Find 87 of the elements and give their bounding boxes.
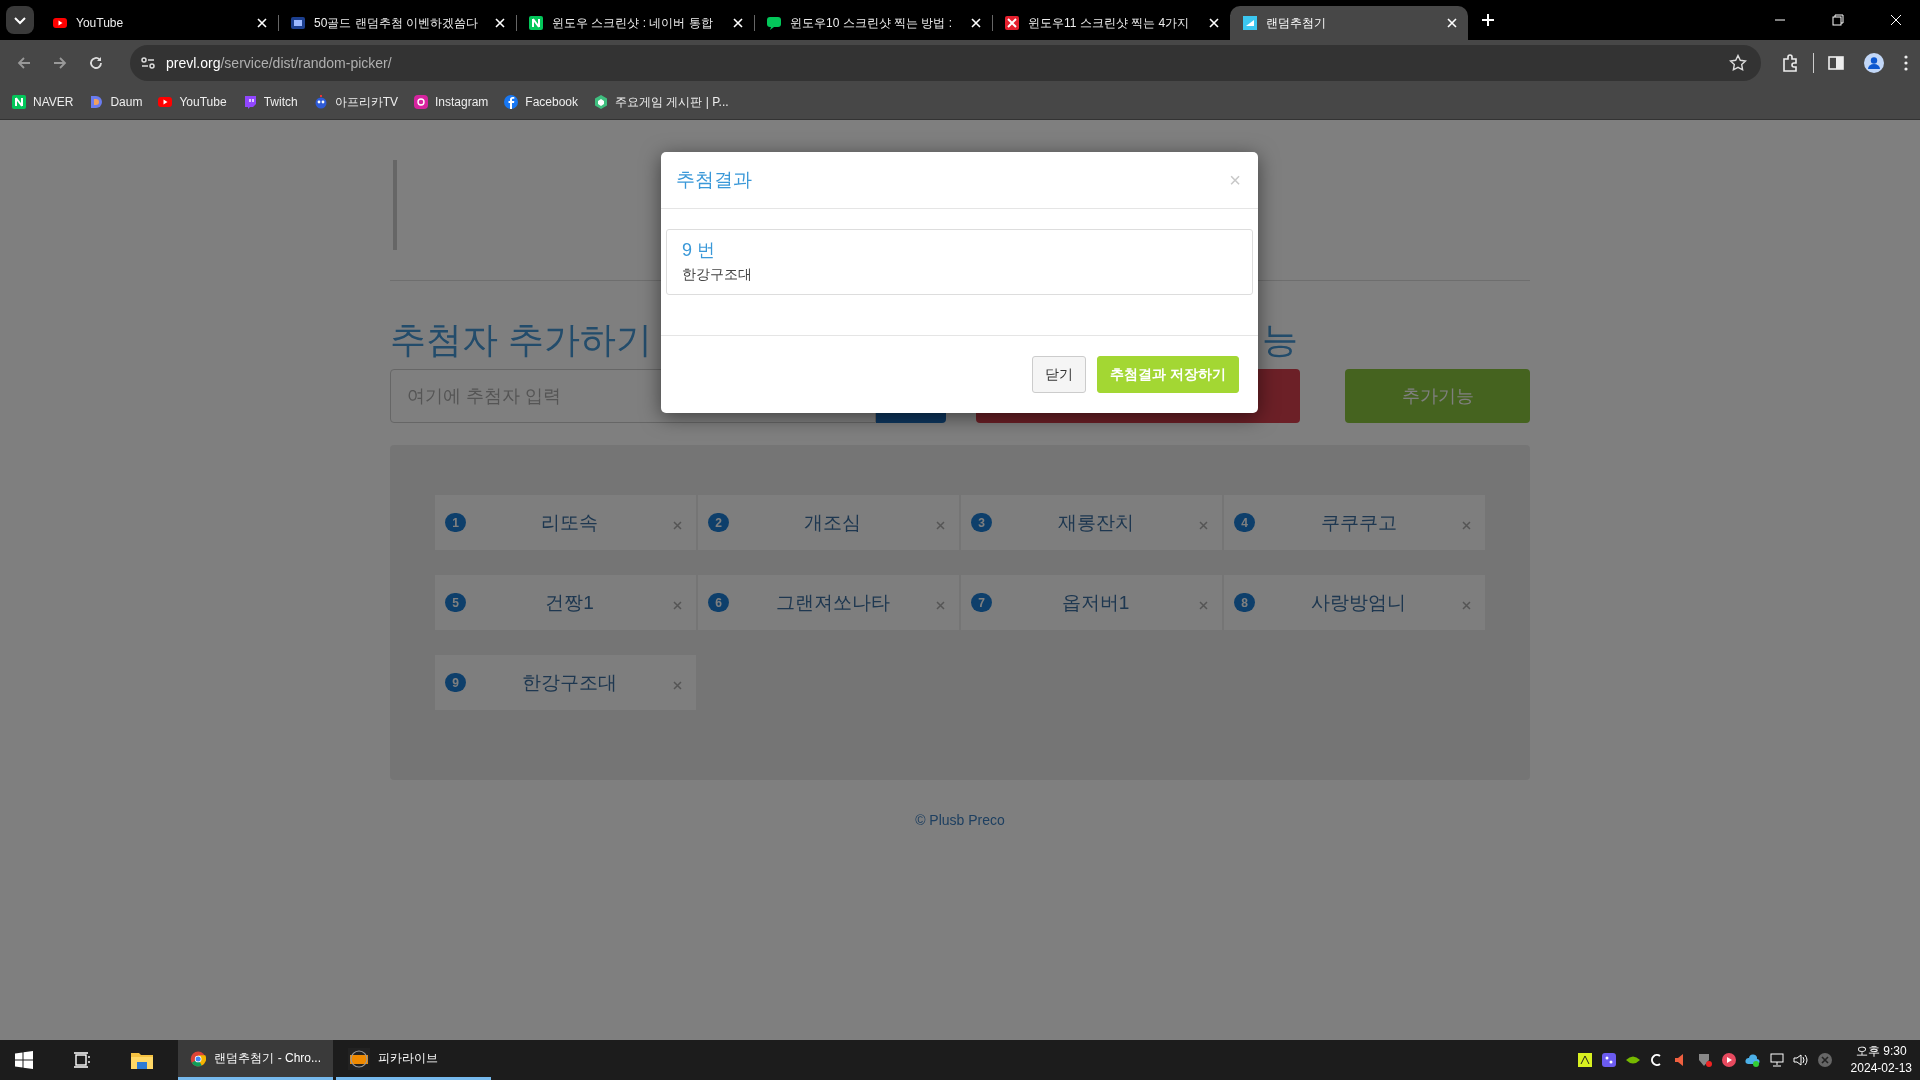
result-number: 9 번 xyxy=(682,239,716,262)
number-badge: 4 xyxy=(1234,513,1255,532)
section-heading: 추첨자 추가하기 xyxy=(390,317,652,361)
number-badge: 3 xyxy=(971,513,992,532)
entry-name: 건짱1 xyxy=(544,590,595,615)
number-badge: 6 xyxy=(708,593,729,612)
bookmark[interactable]: NAVER xyxy=(12,95,74,109)
volume-icon[interactable] xyxy=(1792,1052,1809,1068)
site-icon xyxy=(290,15,306,31)
entry-name: 리또속 xyxy=(540,510,599,535)
hexagon-icon xyxy=(594,95,609,109)
number-badge: 5 xyxy=(445,593,466,612)
site-icon xyxy=(89,95,104,109)
browser-tab[interactable]: 랜덤추첨기 xyxy=(1230,6,1468,40)
browser-tab[interactable]: YouTube xyxy=(40,6,278,40)
footer-text: © Plusb Preco xyxy=(914,812,1006,828)
browser-tab[interactable]: 윈도우10 스크린샷 찍는 방법 : xyxy=(754,6,992,40)
mascot-icon xyxy=(313,95,328,109)
browser-tab[interactable]: 윈도우 스크린샷 : 네이버 통합 xyxy=(516,6,754,40)
entry-name: 쿠쿠쿠고 xyxy=(1319,510,1398,535)
site-icon xyxy=(12,95,26,109)
app-icon[interactable] xyxy=(1576,1052,1593,1068)
cloud-icon[interactable] xyxy=(1744,1052,1761,1068)
shield-icon[interactable] xyxy=(1696,1052,1713,1068)
clock-time[interactable]: 오후 9:30 xyxy=(1855,1043,1907,1060)
site-icon xyxy=(1004,15,1020,31)
clock-date[interactable]: 2024-02-13 xyxy=(1850,1060,1912,1077)
site-settings-icon[interactable] xyxy=(140,54,156,71)
taskbar-app[interactable]: 피카라이브 xyxy=(336,1040,491,1080)
number-badge: 9 xyxy=(445,673,466,692)
app-icon[interactable] xyxy=(1600,1052,1617,1068)
bookmark[interactable]: 아프리카TV xyxy=(313,93,398,111)
address-bar[interactable]: prevl.org/service/dist/random-picker/ xyxy=(130,44,1761,81)
entry-name: 사랑방엄니 xyxy=(1310,590,1407,615)
bookmark[interactable]: 주요게임 게시판 | P... xyxy=(594,93,729,111)
site-icon xyxy=(504,95,519,109)
tab-title: 윈도우11 스크린샷 찍는 4가지 xyxy=(1028,14,1191,32)
new-tab-icon[interactable] xyxy=(1480,12,1496,28)
site-icon xyxy=(528,15,544,31)
browser-tab[interactable]: 윈도우11 스크린샷 찍는 4가지 xyxy=(992,6,1230,40)
close-dialog-button[interactable]: 닫기 xyxy=(1032,356,1087,393)
network-icon[interactable] xyxy=(1768,1052,1785,1068)
bookmark[interactable]: Daum xyxy=(89,95,143,109)
app-icon xyxy=(348,1047,370,1070)
reload-icon[interactable] xyxy=(88,54,104,71)
bookmark[interactable]: Twitch xyxy=(242,95,298,109)
taskbar-app[interactable]: 랜덤추첨기 - Chro... xyxy=(178,1040,333,1080)
back-icon[interactable] xyxy=(16,54,32,71)
tab-title: 윈도우 스크린샷 : 네이버 통합 xyxy=(552,14,714,32)
play-icon[interactable] xyxy=(1720,1052,1737,1068)
dialog-title: 추첨결과 xyxy=(676,168,752,192)
restore-icon[interactable] xyxy=(1832,14,1844,26)
tab-title: 윈도우10 스크린샷 찍는 방법 : xyxy=(790,14,954,32)
bookmark[interactable]: Instagram xyxy=(414,95,489,109)
forward-icon[interactable] xyxy=(52,54,68,71)
number-badge: 8 xyxy=(1234,593,1255,612)
play-icon xyxy=(52,15,68,31)
play-icon xyxy=(158,95,173,109)
section-heading: 능 xyxy=(1262,317,1298,361)
star-icon[interactable] xyxy=(1729,53,1747,72)
number-badge: 2 xyxy=(708,513,729,532)
chat-icon xyxy=(242,95,257,109)
tab-title: YouTube xyxy=(76,16,125,30)
url-text: prevl.org/service/dist/random-picker/ xyxy=(166,54,393,71)
side-panel-icon[interactable] xyxy=(1828,54,1844,71)
bookmark[interactable]: YouTube xyxy=(158,95,227,109)
folder-icon[interactable] xyxy=(131,1051,153,1069)
tab-title: 랜덤추첨기 xyxy=(1266,14,1327,32)
tab-search-icon[interactable] xyxy=(6,6,34,34)
menu-icon[interactable] xyxy=(1904,54,1908,71)
result-name: 한강구조대 xyxy=(682,266,753,284)
entry-name: 개조심 xyxy=(803,510,862,535)
camera-icon xyxy=(414,95,428,109)
entry-name: 옵저버1 xyxy=(1060,590,1131,615)
bookmark[interactable]: Facebook xyxy=(504,95,579,109)
windows-icon[interactable] xyxy=(15,1051,33,1069)
entry-name: 그랜져쏘나타 xyxy=(774,590,891,615)
entry-name: 재롱잔치 xyxy=(1056,510,1135,535)
number-badge: 1 xyxy=(445,513,466,532)
puzzle-icon[interactable] xyxy=(1781,53,1799,72)
task-view-icon[interactable] xyxy=(73,1051,91,1069)
browser-tab[interactable]: 50골드 랜덤추첨 이벤하겠씀다 xyxy=(278,6,516,40)
number-badge: 7 xyxy=(971,593,992,612)
entry-name: 한강구조대 xyxy=(521,670,618,695)
tab-title: 50골드 랜덤추첨 이벤하겠씀다 xyxy=(314,14,479,32)
chat-icon xyxy=(766,15,782,31)
profile-icon[interactable] xyxy=(1864,52,1884,73)
